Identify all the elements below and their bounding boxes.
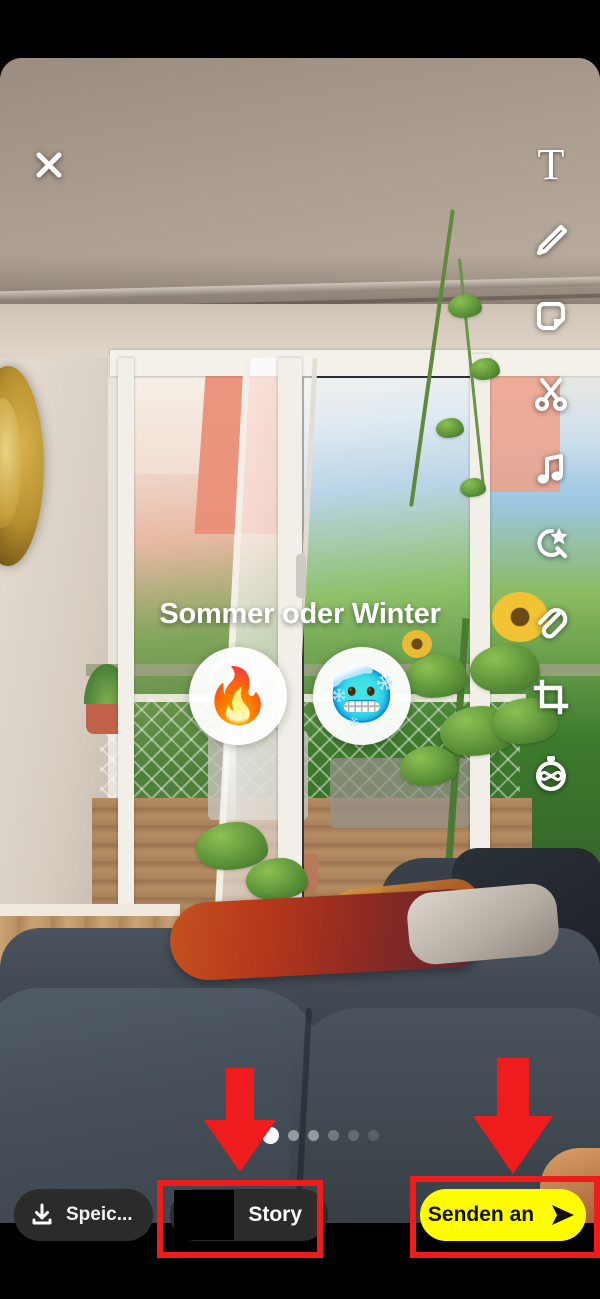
plant-leaf-7	[246, 858, 308, 900]
poll-options-row: 🔥 🥶	[0, 647, 600, 745]
paperclip-icon	[537, 608, 568, 639]
captured-photo-canvas[interactable]: Sommer oder Winter 🔥 🥶 T	[0, 58, 600, 1223]
magic-star-icon	[537, 528, 568, 559]
timer-infinity-icon	[536, 756, 566, 791]
download-icon	[32, 1203, 52, 1225]
window-handle	[296, 554, 306, 598]
highlight-story-button-box	[157, 1180, 323, 1258]
scissors-icon	[535, 378, 567, 411]
carousel-dot-8[interactable]	[367, 1130, 379, 1141]
save-button-label: Speic...	[66, 1204, 133, 1225]
attach-link-button[interactable]	[522, 592, 580, 650]
text-icon: T	[537, 140, 565, 189]
arrow-to-story-icon	[204, 1068, 276, 1172]
vine-leaf-4	[460, 478, 486, 497]
carousel-dot-6[interactable]	[327, 1130, 339, 1141]
carousel-dot-4[interactable]	[287, 1130, 299, 1141]
carousel-dot-5[interactable]	[307, 1130, 319, 1141]
poll-sticker[interactable]: Sommer oder Winter 🔥 🥶	[0, 598, 600, 745]
sticker-tool-button[interactable]	[522, 288, 580, 346]
draw-tool-button[interactable]	[522, 212, 580, 270]
close-icon	[36, 152, 62, 178]
pencil-icon	[536, 224, 568, 256]
text-tool-button[interactable]: T	[522, 136, 580, 194]
light-pillow	[405, 881, 561, 967]
vine-leaf-2	[470, 358, 500, 380]
crop-icon	[533, 679, 569, 715]
music-note-icon	[537, 454, 563, 484]
close-button[interactable]	[28, 144, 70, 186]
editor-toolbar: T	[520, 136, 582, 802]
vine-leaf-1	[448, 294, 482, 318]
poll-option-fire-emoji[interactable]: 🔥	[189, 647, 287, 745]
arrow-to-send-icon	[473, 1058, 553, 1174]
carousel-dot-7[interactable]	[347, 1130, 359, 1141]
highlight-send-button-box	[410, 1176, 600, 1258]
timer-tool-button[interactable]	[522, 744, 580, 802]
effects-tool-button[interactable]	[522, 516, 580, 574]
crop-tool-button[interactable]	[522, 668, 580, 726]
poll-option-cold-face-emoji[interactable]: 🥶	[313, 647, 411, 745]
music-tool-button[interactable]	[522, 440, 580, 498]
poll-question-text: Sommer oder Winter	[159, 598, 441, 630]
cutout-tool-button[interactable]	[522, 364, 580, 422]
snapchat-story-preview-screen: Sommer oder Winter 🔥 🥶 T Speic... Story …	[0, 0, 600, 1299]
sticker-icon	[536, 301, 566, 331]
plant-leaf-5	[400, 746, 458, 786]
save-button[interactable]: Speic...	[14, 1189, 153, 1241]
vine-leaf-3	[436, 418, 464, 438]
